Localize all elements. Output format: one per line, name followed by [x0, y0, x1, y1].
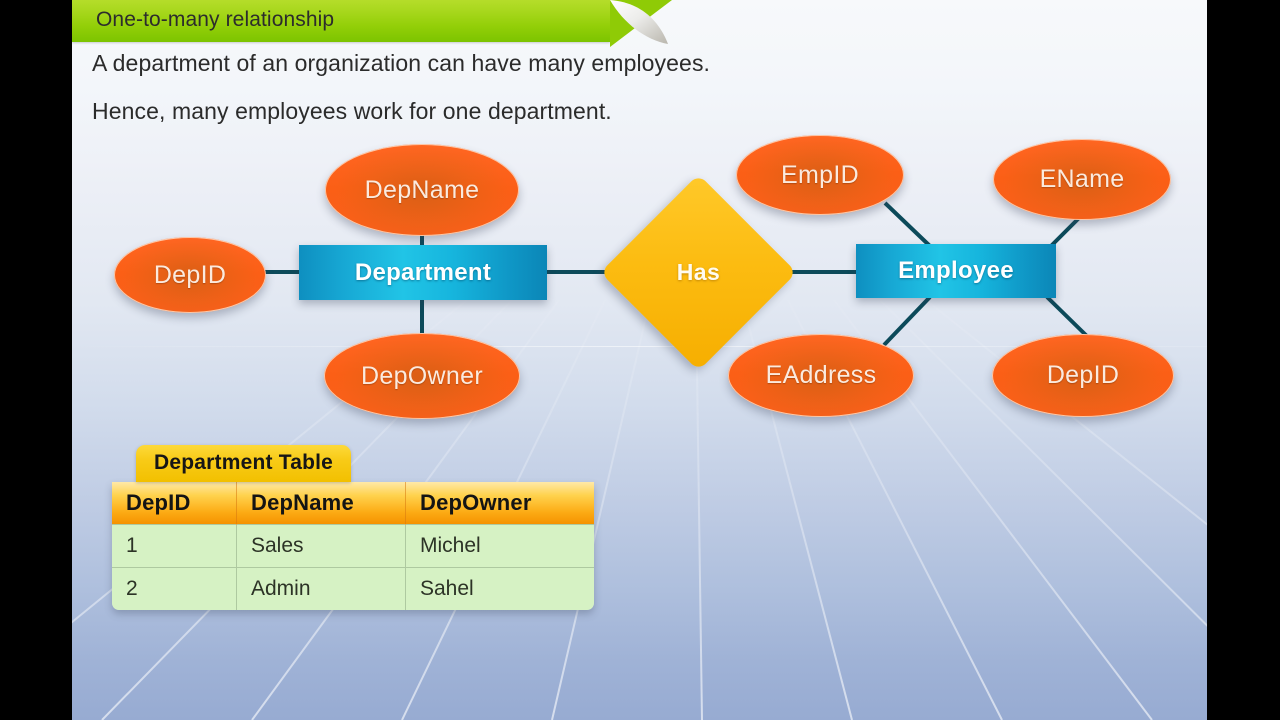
attribute-oval-depid-department[interactable]: DepID — [114, 237, 266, 313]
er-diagram: DepName DepID DepOwner Department Has Em… — [72, 0, 1207, 720]
column-header-depowner[interactable]: DepOwner — [405, 482, 594, 525]
table-row[interactable]: 1 Sales Michel — [112, 524, 594, 568]
cell-depname: Admin — [236, 567, 406, 610]
relationship-has[interactable]: Has — [600, 174, 797, 371]
cell-depid: 1 — [112, 524, 237, 568]
table-row[interactable]: 2 Admin Sahel — [112, 567, 594, 610]
attribute-oval-ename[interactable]: EName — [993, 139, 1171, 220]
attribute-oval-depowner[interactable]: DepOwner — [324, 333, 520, 419]
column-header-depname[interactable]: DepName — [236, 482, 406, 525]
cell-depowner: Michel — [405, 524, 594, 568]
cell-depowner: Sahel — [405, 567, 594, 610]
video-letterbox-stage: One-to-many relationship A department of… — [0, 0, 1280, 720]
presentation-slide: One-to-many relationship A department of… — [72, 0, 1207, 720]
attribute-oval-empid[interactable]: EmpID — [736, 135, 904, 215]
attribute-oval-eaddress[interactable]: EAddress — [728, 334, 914, 417]
entity-department[interactable]: Department — [299, 245, 547, 300]
table-title: Department Table — [136, 445, 352, 482]
relationship-label: Has — [676, 259, 721, 285]
attribute-oval-depname[interactable]: DepName — [325, 144, 519, 236]
attribute-oval-depid-employee[interactable]: DepID — [992, 334, 1174, 417]
column-header-depid[interactable]: DepID — [112, 482, 237, 525]
department-table-block: Department Table DepID DepName DepOwner … — [112, 445, 594, 610]
table-header-row: DepID DepName DepOwner — [112, 482, 594, 525]
entity-employee[interactable]: Employee — [856, 244, 1056, 298]
cell-depid: 2 — [112, 567, 237, 610]
cell-depname: Sales — [236, 524, 406, 568]
department-table: DepID DepName DepOwner 1 Sales Michel 2 … — [112, 482, 594, 610]
